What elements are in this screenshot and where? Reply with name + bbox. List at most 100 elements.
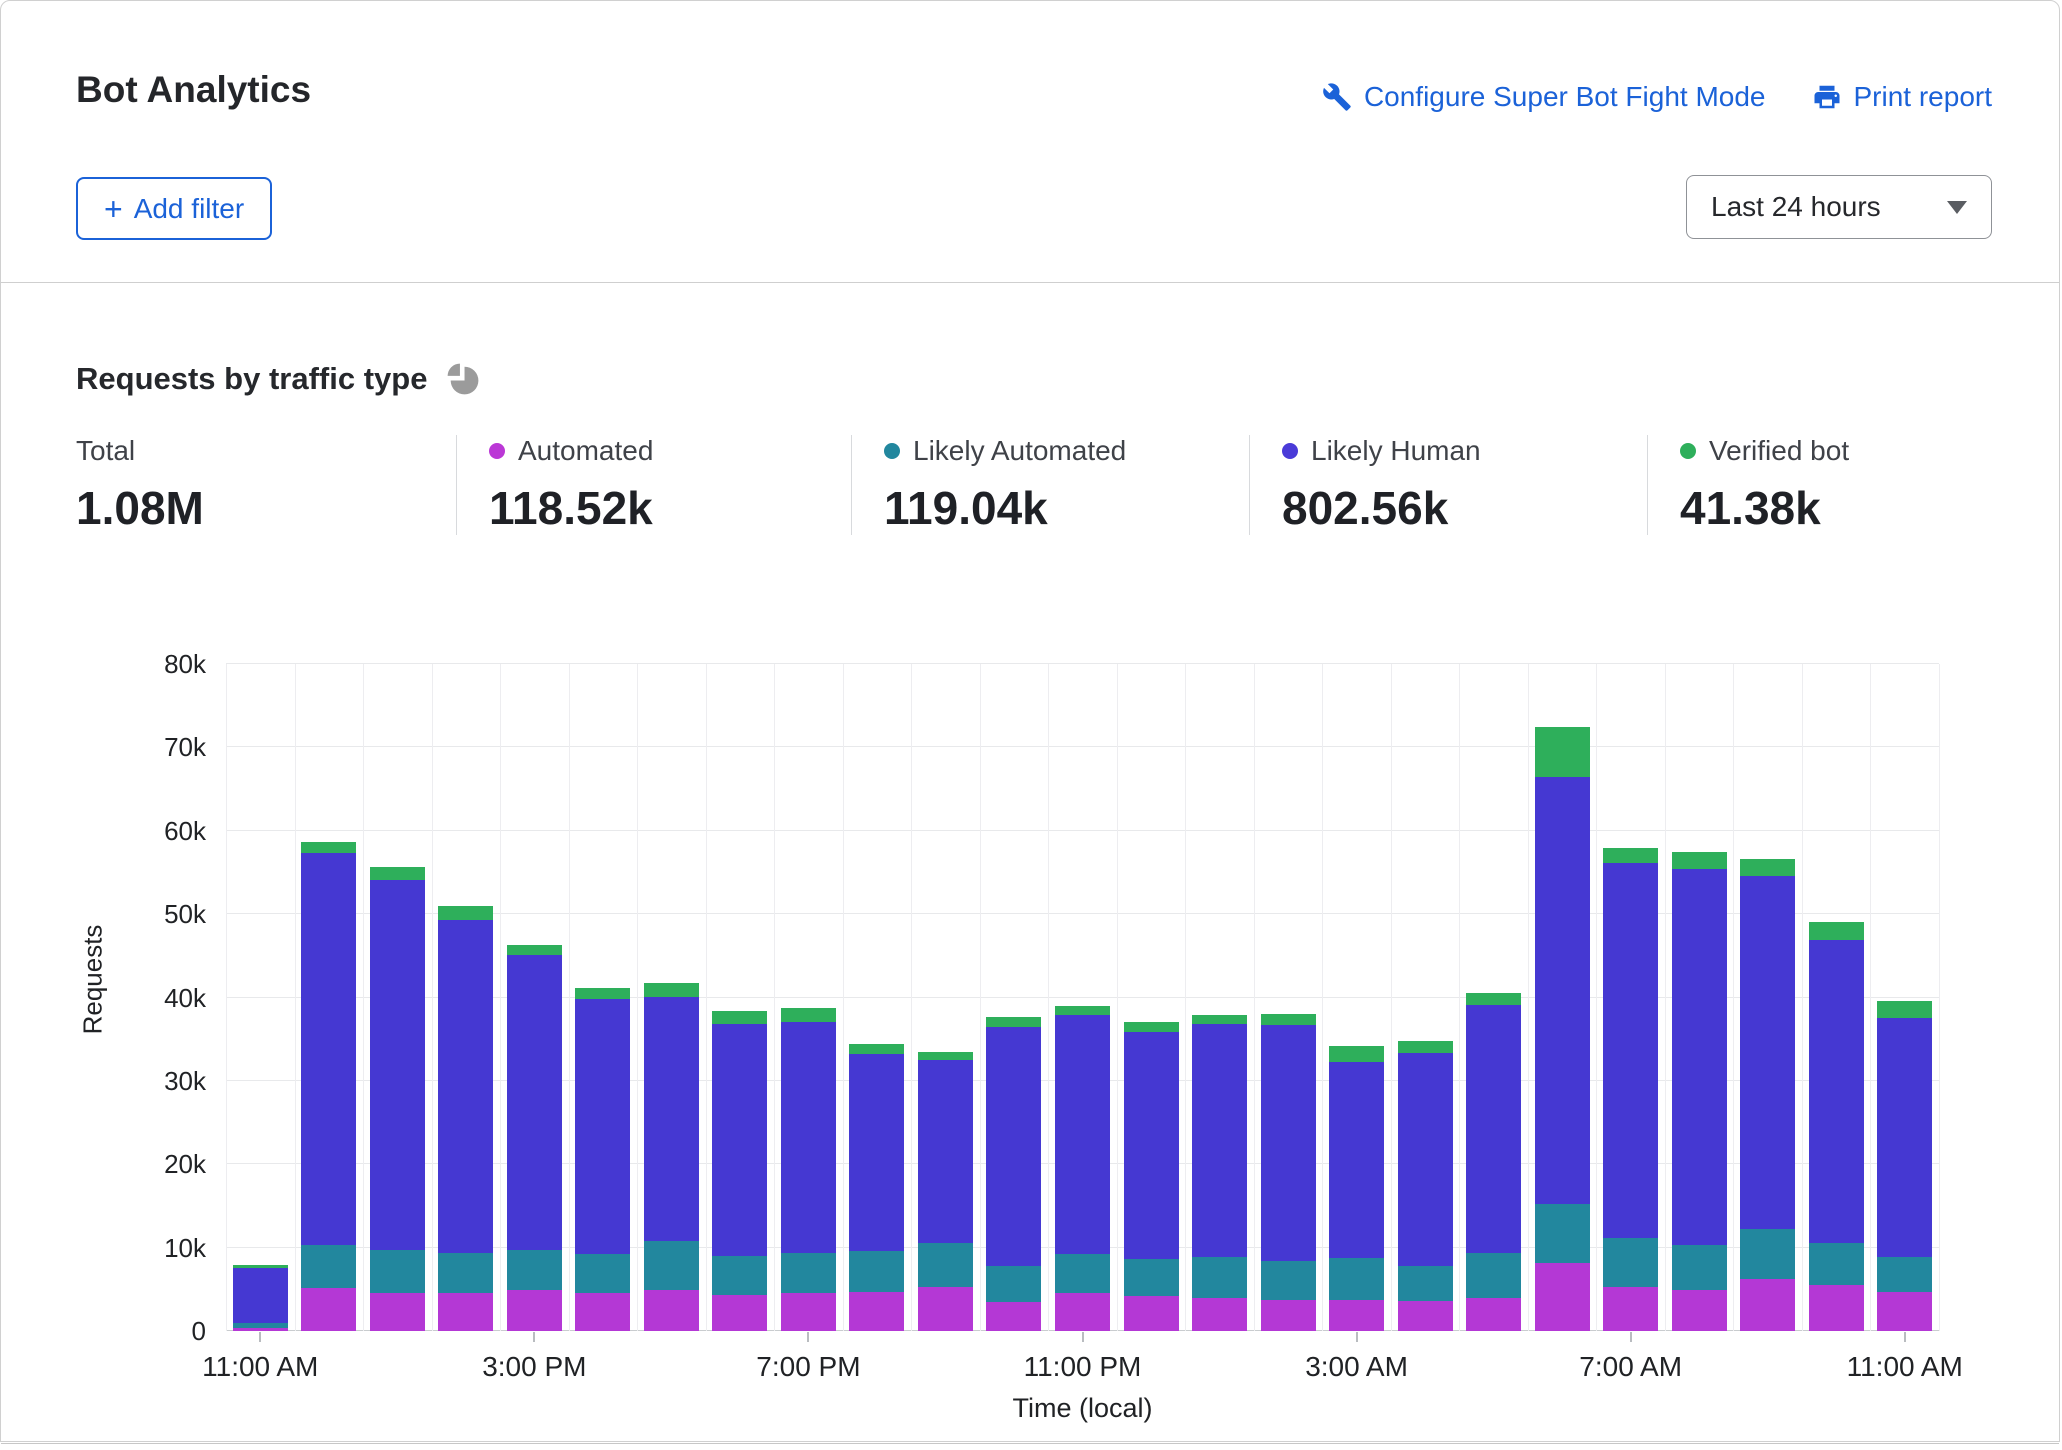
segment-automated (1877, 1292, 1932, 1331)
segment-verified-bot (1124, 1022, 1179, 1032)
bar-18-500am[interactable] (1466, 664, 1521, 1331)
time-range-select[interactable]: Last 24 hours (1686, 175, 1992, 239)
y-tick-label: 10k (111, 1233, 206, 1264)
y-tick-label: 50k (111, 899, 206, 930)
stat-automated-label: Automated (518, 435, 653, 467)
x-tick-label: 3:00 AM (1247, 1351, 1467, 1383)
bar-16-300am[interactable] (1329, 664, 1384, 1331)
gridline-v (706, 664, 707, 1331)
likely-human-dot-icon (1282, 443, 1298, 459)
gridline-v (980, 664, 981, 1331)
segment-likely-automated (1329, 1258, 1384, 1301)
segment-automated (1466, 1298, 1521, 1331)
gridline-v (1870, 664, 1871, 1331)
segment-automated (438, 1293, 493, 1331)
y-tick-label: 20k (111, 1149, 206, 1180)
segment-verified-bot (575, 988, 630, 1000)
bar-9-800pm[interactable] (849, 664, 904, 1331)
verified-bot-dot-icon (1680, 443, 1696, 459)
stat-verified-bot-value: 41.38k (1680, 481, 1991, 535)
x-tick-label: 7:00 AM (1521, 1351, 1741, 1383)
segment-likely-automated (1055, 1254, 1110, 1293)
segment-likely-automated (1877, 1257, 1932, 1292)
bar-22-900am[interactable] (1740, 664, 1795, 1331)
chevron-down-icon (1947, 201, 1967, 214)
bar-4-300pm[interactable] (507, 664, 562, 1331)
likely-automated-dot-icon (884, 443, 900, 459)
gridline-v (569, 664, 570, 1331)
bar-6-500pm[interactable] (644, 664, 699, 1331)
segment-likely-automated (1672, 1245, 1727, 1290)
gridline-v (774, 664, 775, 1331)
gridline-v (1665, 664, 1666, 1331)
bar-3-200pm[interactable] (438, 664, 493, 1331)
add-filter-button[interactable]: + Add filter (76, 177, 272, 240)
x-tick-mark (1082, 1332, 1084, 1342)
segment-automated (1535, 1263, 1590, 1331)
segment-likely-automated (438, 1253, 493, 1293)
stat-likely-human-label: Likely Human (1311, 435, 1481, 467)
bar-5-400pm[interactable] (575, 664, 630, 1331)
bar-24-1100am[interactable] (1877, 664, 1932, 1331)
bar-2-100pm[interactable] (370, 664, 425, 1331)
segment-automated (370, 1293, 425, 1331)
segment-verified-bot (1398, 1041, 1453, 1053)
print-report-link[interactable]: Print report (1812, 81, 1993, 113)
segment-likely-human (1192, 1024, 1247, 1257)
bar-1-1200pm[interactable] (301, 664, 356, 1331)
segment-likely-automated (1603, 1238, 1658, 1287)
segment-automated (1261, 1300, 1316, 1331)
y-axis-title: Requests (78, 880, 109, 1080)
segment-verified-bot (644, 983, 699, 997)
bar-20-700am[interactable] (1603, 664, 1658, 1331)
segment-likely-automated (849, 1251, 904, 1292)
segment-automated (1192, 1298, 1247, 1331)
segment-automated (1603, 1287, 1658, 1331)
bar-14-100am[interactable] (1192, 664, 1247, 1331)
gridline-v (637, 664, 638, 1331)
stat-verified-bot[interactable]: Verified bot 41.38k (1647, 435, 1991, 535)
x-tick-mark (1356, 1332, 1358, 1342)
segment-likely-human (1877, 1018, 1932, 1257)
bar-8-700pm[interactable] (781, 664, 836, 1331)
bar-11-1000pm[interactable] (986, 664, 1041, 1331)
segment-verified-bot (438, 906, 493, 920)
segment-verified-bot (1740, 859, 1795, 876)
segment-likely-human (1672, 869, 1727, 1245)
x-tick-mark (1904, 1332, 1906, 1342)
stat-automated[interactable]: Automated 118.52k (456, 435, 851, 535)
gridline-v (1528, 664, 1529, 1331)
stat-total: Total 1.08M (76, 435, 456, 535)
gridline-v (295, 664, 296, 1331)
segment-verified-bot (986, 1017, 1041, 1027)
bar-0-1100am[interactable] (233, 664, 288, 1331)
segment-likely-human (233, 1268, 288, 1323)
segment-likely-automated (1124, 1259, 1179, 1296)
segment-likely-human (1329, 1062, 1384, 1258)
stat-likely-automated[interactable]: Likely Automated 119.04k (851, 435, 1249, 535)
bar-23-1000am[interactable] (1809, 664, 1864, 1331)
configure-super-bot-fight-mode-link[interactable]: Configure Super Bot Fight Mode (1322, 81, 1766, 113)
bar-15-200am[interactable] (1261, 664, 1316, 1331)
bar-7-600pm[interactable] (712, 664, 767, 1331)
bar-21-800am[interactable] (1672, 664, 1727, 1331)
segment-verified-bot (1466, 993, 1521, 1005)
segment-likely-automated (507, 1250, 562, 1290)
gridline-v (1596, 664, 1597, 1331)
x-tick-mark (259, 1332, 261, 1342)
segment-verified-bot (1261, 1014, 1316, 1025)
bar-12-1100pm[interactable] (1055, 664, 1110, 1331)
segment-likely-automated (1466, 1253, 1521, 1298)
segment-verified-bot (1192, 1015, 1247, 1024)
bar-17-400am[interactable] (1398, 664, 1453, 1331)
plot-area (226, 664, 1939, 1331)
segment-likely-human (1261, 1025, 1316, 1261)
segment-verified-bot (1672, 852, 1727, 870)
bar-10-900pm[interactable] (918, 664, 973, 1331)
add-filter-label: Add filter (134, 193, 245, 225)
stat-likely-human[interactable]: Likely Human 802.56k (1249, 435, 1647, 535)
bar-19-600am[interactable] (1535, 664, 1590, 1331)
bot-analytics-page: Bot Analytics Configure Super Bot Fight … (0, 0, 2062, 1450)
bar-13-1200am[interactable] (1124, 664, 1179, 1331)
y-tick-label: 70k (111, 732, 206, 763)
